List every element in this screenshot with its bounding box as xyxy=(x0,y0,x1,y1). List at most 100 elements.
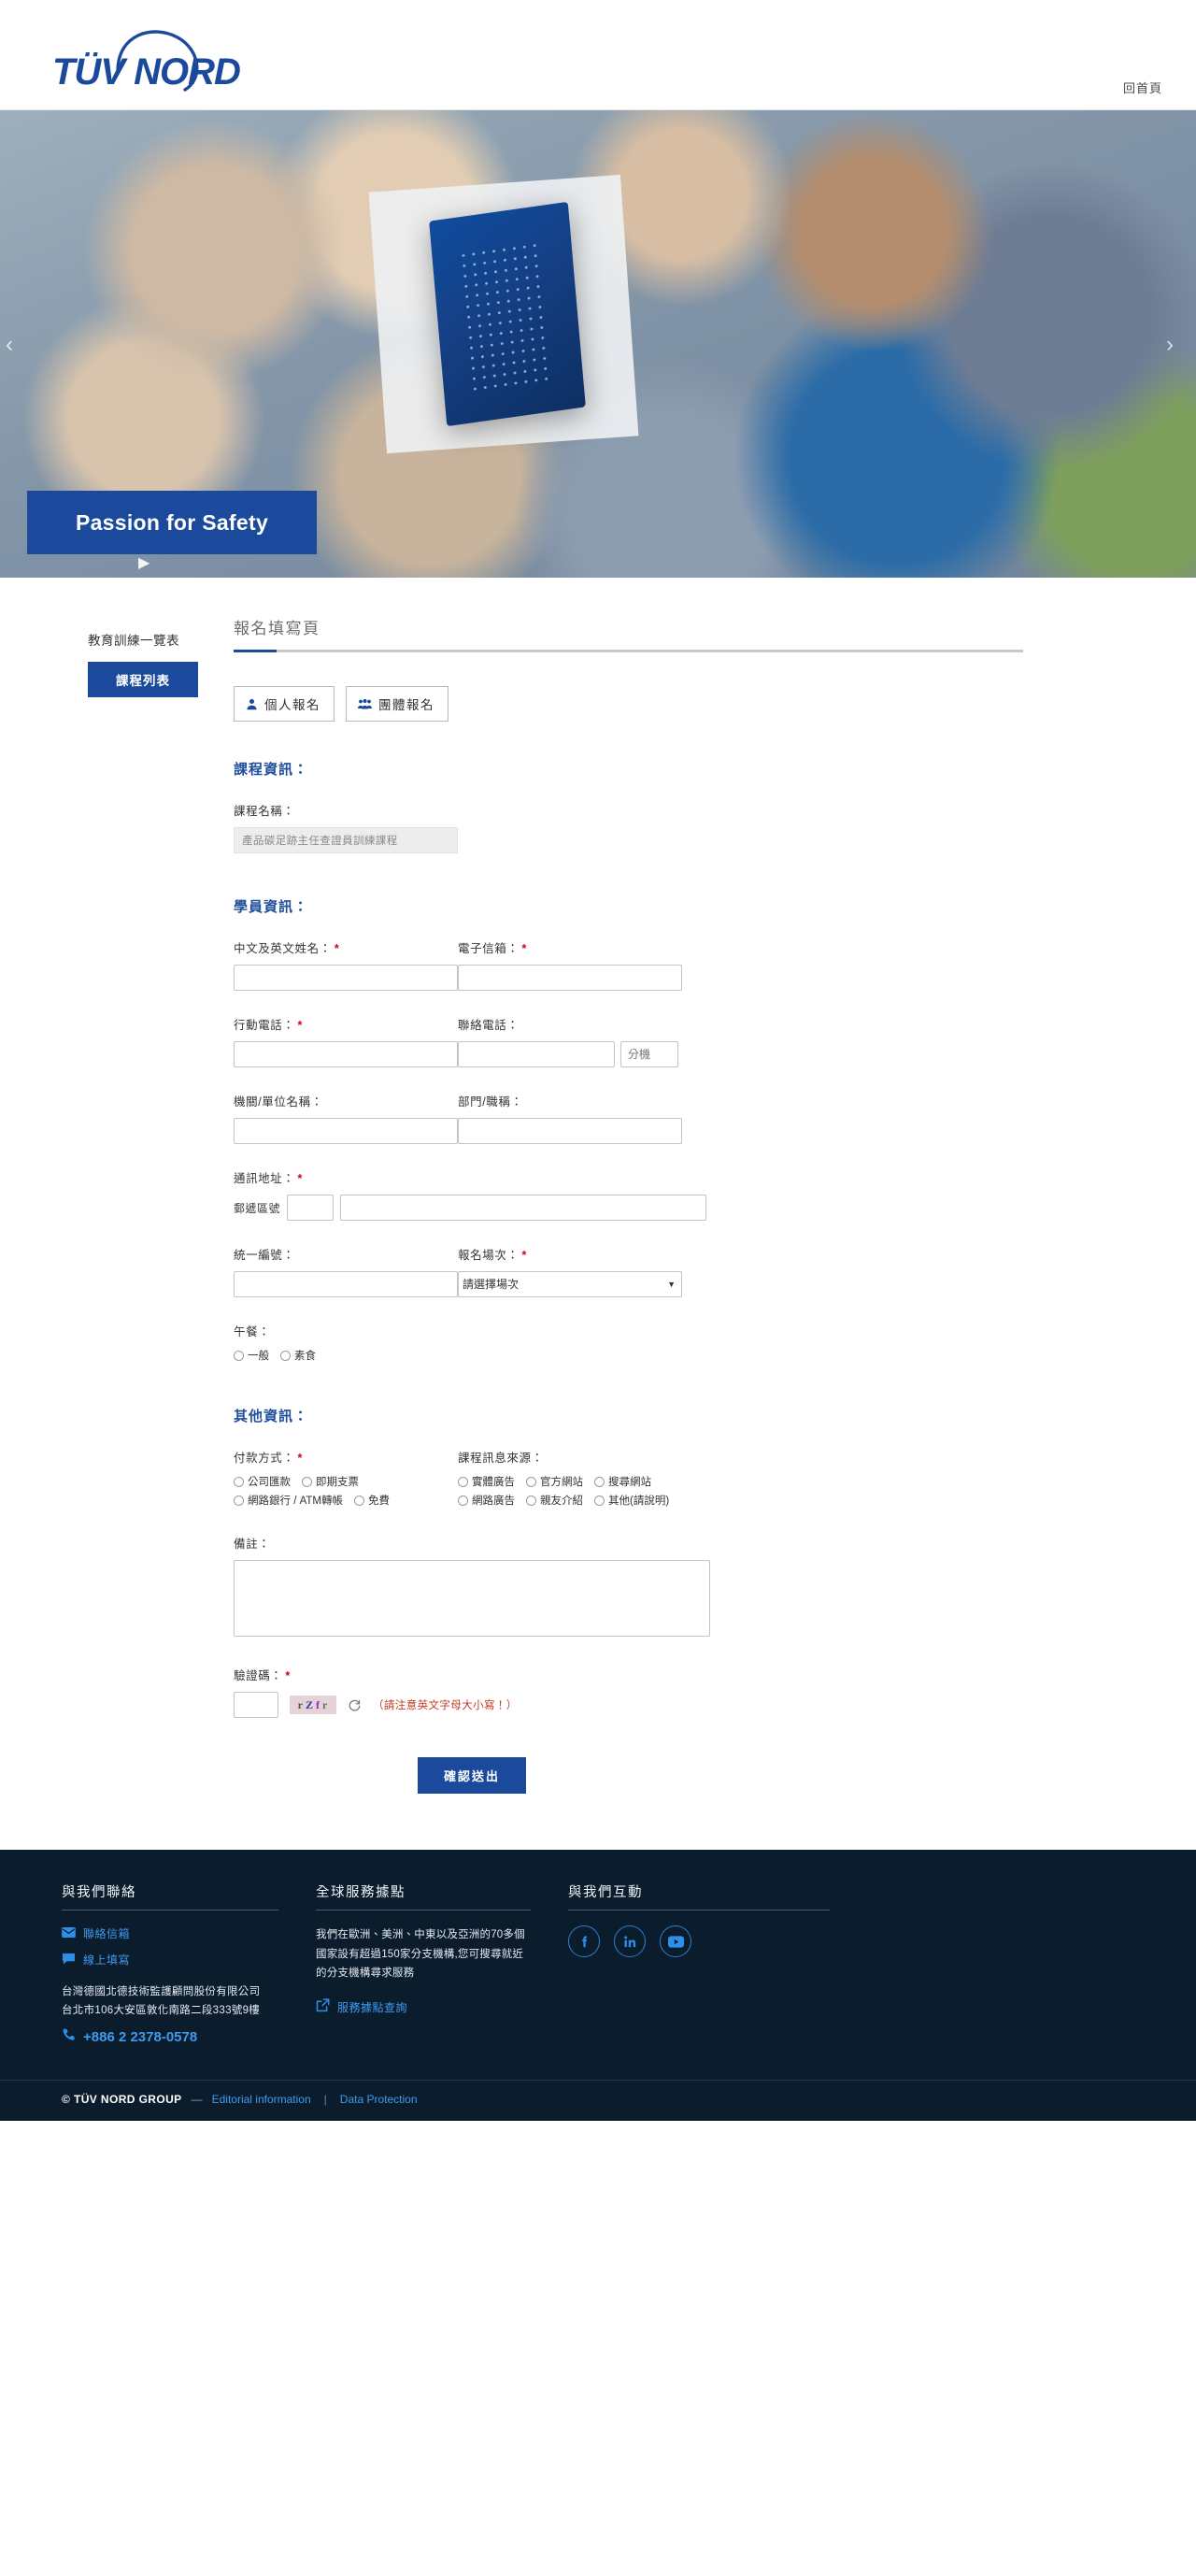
footer-locations-link[interactable]: 服務據點查詢 xyxy=(316,1998,531,2015)
payment-radio-group: 公司匯款 即期支票 網路銀行 / ATM轉帳 免費 xyxy=(234,1474,458,1508)
nav-home-link[interactable]: 回首頁 xyxy=(1123,81,1162,95)
radio-icon[interactable] xyxy=(526,1495,536,1506)
lunch-option-vegetarian[interactable]: 素食 xyxy=(280,1348,316,1363)
footer-privacy-link[interactable]: Data Protection xyxy=(340,2093,418,2106)
name-label-text: 中文及英文姓名： xyxy=(234,942,332,955)
course-info-section: 課程資訊： 課程名稱： 產品碳足跡主任查證員訓練課程 xyxy=(234,759,1131,853)
payment-option-3[interactable]: 免費 xyxy=(354,1493,390,1508)
email-input[interactable] xyxy=(458,965,682,991)
footer-online-form-link[interactable]: 線上填寫 xyxy=(62,1952,278,1968)
radio-icon[interactable] xyxy=(458,1476,468,1487)
sidebar-item-course-list[interactable]: 課程列表 xyxy=(88,662,198,697)
payment-option-2[interactable]: 網路銀行 / ATM轉帳 xyxy=(234,1493,343,1508)
student-info-heading: 學員資訊： xyxy=(234,899,309,915)
footer-social-column: 與我們互動 xyxy=(568,1882,867,2046)
radio-icon[interactable] xyxy=(302,1476,312,1487)
radio-icon[interactable] xyxy=(526,1476,536,1487)
footer-company-name: 台灣德國北德技術監護顧問股份有限公司 xyxy=(62,1986,261,1997)
footer-phone-link[interactable]: +886 2 2378-0578 xyxy=(62,2027,278,2046)
registration-type-tabs: 個人報名 團體報名 xyxy=(234,686,1131,722)
source-option-0[interactable]: 實體廣告 xyxy=(458,1474,515,1489)
footer-contact-column: 與我們聯絡 聯絡信箱 線上填寫 台灣德國北德技術監護顧問股份有限公司 台北市10… xyxy=(62,1882,316,2046)
field-department: 部門/職稱： xyxy=(458,1092,682,1144)
name-input[interactable] xyxy=(234,965,458,991)
source-option-1[interactable]: 官方網站 xyxy=(526,1474,583,1489)
refresh-icon[interactable] xyxy=(348,1698,362,1712)
carousel-play-icon[interactable]: ▶ xyxy=(138,553,150,572)
source-label: 課程訊息來源： xyxy=(458,1452,544,1465)
tuv-nord-logo[interactable]: TÜV NORD xyxy=(36,17,250,93)
required-marker: * xyxy=(334,942,340,955)
captcha-label: 驗證碼： * xyxy=(234,1666,1131,1683)
linkedin-icon[interactable] xyxy=(614,1925,646,1957)
source-option-2[interactable]: 搜尋網站 xyxy=(594,1474,651,1489)
mobile-label-text: 行動電話： xyxy=(234,1019,295,1032)
source-option-4[interactable]: 親友介紹 xyxy=(526,1493,583,1508)
radio-icon[interactable] xyxy=(594,1476,605,1487)
source-option-1-label: 官方網站 xyxy=(540,1477,583,1488)
radio-icon[interactable] xyxy=(280,1350,291,1361)
source-option-3[interactable]: 網路廣告 xyxy=(458,1493,515,1508)
field-email: 電子信箱： * xyxy=(458,938,682,991)
footer-mail-link[interactable]: 聯絡信箱 xyxy=(62,1925,278,1941)
email-label-text: 電子信箱： xyxy=(458,942,520,955)
captcha-row: r Z f r （請注意英文字母大小寫！） xyxy=(234,1692,1131,1718)
youtube-icon[interactable] xyxy=(660,1925,691,1957)
field-lunch: 午餐： 一般 素食 xyxy=(234,1322,1131,1363)
tab-group-registration[interactable]: 團體報名 xyxy=(346,686,448,722)
footer-phone-number: +886 2 2378-0578 xyxy=(83,2028,198,2045)
field-session: 報名場次： * 請選擇場次 ▼ xyxy=(458,1245,682,1297)
captcha-char-3: r xyxy=(322,1697,329,1711)
page-title: 報名填寫頁 xyxy=(234,620,320,637)
payment-option-1[interactable]: 即期支票 xyxy=(302,1474,359,1489)
field-source: 課程訊息來源： 實體廣告 官方網站 搜尋網站 網路廣告 親友介紹 其他(請說明) xyxy=(458,1448,682,1508)
top-nav[interactable]: 回首頁 xyxy=(1123,79,1162,96)
footer-copyright: © TÜV NORD GROUP xyxy=(62,2093,182,2107)
source-option-4-label: 親友介紹 xyxy=(540,1496,583,1507)
organization-input[interactable] xyxy=(234,1118,458,1144)
site-footer: 與我們聯絡 聯絡信箱 線上填寫 台灣德國北德技術監護顧問股份有限公司 台北市10… xyxy=(0,1850,1196,2122)
field-mobile: 行動電話： * xyxy=(234,1015,458,1067)
phone-input[interactable] xyxy=(458,1041,615,1067)
radio-icon[interactable] xyxy=(234,1476,244,1487)
footer-pipe: | xyxy=(323,2093,327,2107)
captcha-image: r Z f r xyxy=(290,1696,336,1714)
hero-caption: Passion for Safety xyxy=(27,491,317,554)
lunch-option-regular[interactable]: 一般 xyxy=(234,1348,269,1363)
address-input[interactable] xyxy=(340,1195,707,1221)
submit-button[interactable]: 確認送出 xyxy=(417,1757,526,1794)
radio-icon[interactable] xyxy=(458,1495,468,1506)
taxid-input[interactable] xyxy=(234,1271,458,1297)
radio-icon[interactable] xyxy=(234,1350,244,1361)
site-header: TÜV NORD 回首頁 xyxy=(0,0,1196,110)
envelope-icon xyxy=(62,1926,76,1940)
field-captcha: 驗證碼： * r Z f r （請注意英文字母大小寫！） xyxy=(234,1666,1131,1718)
phone-extension-input[interactable] xyxy=(620,1041,678,1067)
facebook-icon[interactable] xyxy=(568,1925,600,1957)
session-select[interactable]: 請選擇場次 xyxy=(458,1271,682,1297)
radio-icon[interactable] xyxy=(354,1495,365,1506)
session-label-text: 報名場次： xyxy=(458,1249,520,1262)
mobile-input[interactable] xyxy=(234,1041,458,1067)
sidebar-title: 教育訓練一覽表 xyxy=(88,634,179,648)
zipcode-input[interactable] xyxy=(287,1195,335,1221)
radio-icon[interactable] xyxy=(234,1495,244,1506)
source-option-5[interactable]: 其他(請說明) xyxy=(594,1493,669,1508)
carousel-prev-icon[interactable]: ‹ xyxy=(6,332,30,357)
footer-editorial-link[interactable]: Editorial information xyxy=(212,2093,311,2106)
carousel-next-icon[interactable]: › xyxy=(1166,332,1190,357)
captcha-input[interactable] xyxy=(234,1692,278,1718)
radio-icon[interactable] xyxy=(594,1495,605,1506)
required-marker: * xyxy=(521,942,527,955)
tab-individual-registration[interactable]: 個人報名 xyxy=(234,686,335,722)
payment-option-0[interactable]: 公司匯款 xyxy=(234,1474,291,1489)
field-organization: 機關/單位名稱： xyxy=(234,1092,458,1144)
session-select-wrapper: 請選擇場次 ▼ xyxy=(458,1271,682,1297)
remark-textarea[interactable] xyxy=(234,1560,710,1637)
external-link-icon xyxy=(316,1998,330,2015)
department-label: 部門/職稱： xyxy=(458,1095,523,1109)
required-marker: * xyxy=(297,1172,303,1185)
department-input[interactable] xyxy=(458,1118,682,1144)
main-content: 報名填寫頁 個人報名 團體報名 課程資訊： 課程名稱： 產品碳足跡主任查證員訓練… xyxy=(234,615,1196,1794)
captcha-char-0: r xyxy=(297,1697,304,1711)
